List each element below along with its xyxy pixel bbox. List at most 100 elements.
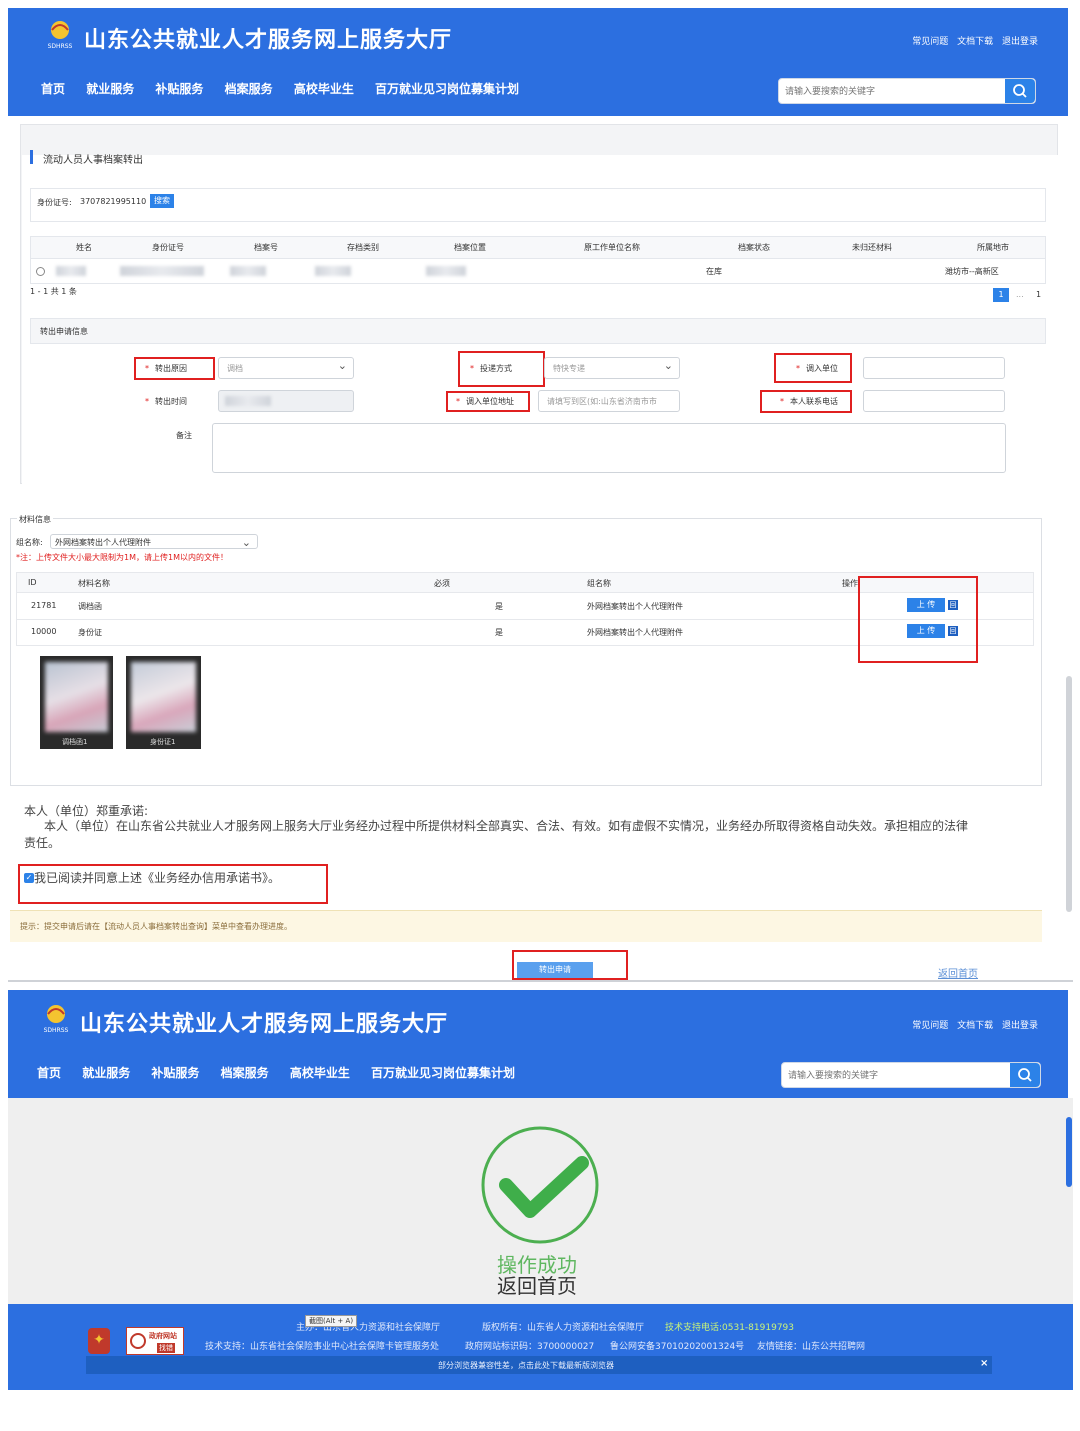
top-links-2: 常见问题 文档下载 退出登录 bbox=[906, 1018, 1038, 1031]
scrollbar-right-2[interactable] bbox=[1066, 1117, 1072, 1187]
mrow1-required: 是 bbox=[495, 602, 503, 611]
check-circle-icon bbox=[478, 1123, 602, 1247]
th-city: 所属地市 bbox=[977, 243, 1009, 252]
page-last[interactable]: 1 bbox=[1036, 290, 1041, 299]
gov-badge-text: 政府网站 bbox=[149, 1332, 177, 1340]
time-label: * 转出时间 bbox=[145, 397, 187, 406]
th-name: 姓名 bbox=[76, 243, 92, 252]
mth-required: 必须 bbox=[434, 579, 450, 588]
search-input[interactable] bbox=[779, 80, 999, 104]
scrollbar-right[interactable] bbox=[1066, 676, 1072, 912]
th-category: 存档类别 bbox=[347, 243, 379, 252]
page-divider bbox=[8, 980, 1073, 982]
search-button-2[interactable] bbox=[1010, 1063, 1040, 1087]
nav-graduates[interactable]: 高校毕业生 bbox=[294, 82, 354, 96]
site-title[interactable]: 山东公共就业人才服务网上服务大厅 bbox=[84, 22, 452, 54]
pledge-text: 本人（单位）在山东省公共就业人才服务网上服务大厅业务经办过程中所提供材料全部真实… bbox=[24, 819, 969, 850]
search-button[interactable] bbox=[1005, 79, 1035, 103]
nav-archive-2[interactable]: 档案服务 bbox=[221, 1066, 269, 1080]
blurred-archive-no bbox=[230, 266, 266, 276]
section-title-bar bbox=[30, 150, 33, 164]
group-label: 组名称: bbox=[16, 538, 43, 547]
submit-button[interactable]: 转出申请 bbox=[517, 962, 593, 978]
nav-graduates-2[interactable]: 高校毕业生 bbox=[290, 1066, 350, 1080]
agree-checkbox[interactable]: ✓ bbox=[24, 873, 34, 883]
thumb-1[interactable]: 调档函1 bbox=[40, 656, 113, 749]
page-ellipsis: ... bbox=[1016, 290, 1024, 299]
hint-text: 提示：提交申请后请在【流动人员人事档案转出查询】菜单中查看办理进度。 bbox=[20, 922, 292, 931]
faq-link-2[interactable]: 常见问题 bbox=[912, 1021, 948, 1031]
main-nav-2: 首页 就业服务 补贴服务 档案服务 高校毕业生 百万就业见习岗位募集计划 bbox=[37, 1064, 532, 1081]
notice-close-button[interactable]: × bbox=[980, 1358, 988, 1369]
nav-subsidy-2[interactable]: 补贴服务 bbox=[151, 1066, 199, 1080]
section-title: 流动人员人事档案转出 bbox=[43, 155, 143, 166]
id-value[interactable]: 3707821995110 bbox=[80, 197, 146, 206]
thumb-2-label: 身份证1 bbox=[150, 738, 176, 746]
mrow2-id: 10000 bbox=[31, 627, 57, 636]
nav-home[interactable]: 首页 bbox=[41, 82, 65, 96]
nav-internship-2[interactable]: 百万就业见习岗位募集计划 bbox=[371, 1066, 515, 1080]
th-id: 身份证号 bbox=[152, 243, 184, 252]
success-return-home[interactable]: 返回首页 bbox=[497, 1270, 577, 1299]
mrow2-name: 身份证 bbox=[78, 628, 102, 637]
address-input[interactable]: 请填写到区(如:山东省济南市市 bbox=[538, 390, 680, 412]
site-logo-2[interactable]: SDHRSS bbox=[40, 1002, 72, 1034]
thumb-2[interactable]: 身份证1 bbox=[126, 656, 201, 749]
thumb-1-label: 调档函1 bbox=[62, 738, 88, 746]
search-icon bbox=[1018, 1068, 1032, 1082]
delivery-select[interactable]: 特快专递 bbox=[544, 357, 680, 379]
id-search-row bbox=[30, 188, 1046, 222]
footer-police: 鲁公网安备37010202001324号 bbox=[610, 1342, 745, 1352]
top-links: 常见问题 文档下载 退出登录 bbox=[906, 34, 1038, 47]
unit-input[interactable] bbox=[863, 357, 1005, 379]
remark-textarea[interactable] bbox=[212, 423, 1006, 473]
footer-tech: 技术支持：山东省社会保险事业中心社会保障卡管理服务处 bbox=[205, 1342, 440, 1352]
browser-notice[interactable]: 部分浏览器兼容性差，点击此处下载最新版浏览器 bbox=[438, 1360, 614, 1371]
apply-section-title: 转出申请信息 bbox=[40, 327, 88, 336]
logout-link[interactable]: 退出登录 bbox=[1002, 37, 1038, 47]
blurred-id bbox=[120, 266, 204, 276]
nav-employment[interactable]: 就业服务 bbox=[86, 82, 134, 96]
footer-links[interactable]: 友情链接：山东公共招聘网 bbox=[757, 1339, 865, 1352]
nav-employment-2[interactable]: 就业服务 bbox=[82, 1066, 130, 1080]
faq-link[interactable]: 常见问题 bbox=[912, 37, 948, 47]
mrow2-group: 外网档案转出个人代理附件 bbox=[587, 628, 683, 637]
mth-name: 材料名称 bbox=[78, 579, 110, 588]
materials-section-title: 材料信息 bbox=[17, 514, 53, 525]
site-logo[interactable]: SDHRSS bbox=[44, 18, 76, 50]
logout-link-2[interactable]: 退出登录 bbox=[1002, 1021, 1038, 1031]
row-status: 在库 bbox=[706, 267, 722, 276]
gov-site-badge[interactable]: 政府网站 找错 bbox=[126, 1327, 184, 1355]
mrow1-name: 调档函 bbox=[78, 602, 102, 611]
footer-phone: 技术支持电话:0531-81919793 bbox=[665, 1323, 794, 1333]
mth-id: ID bbox=[28, 578, 37, 587]
apply-section-header bbox=[30, 318, 1046, 344]
top-header: SDHRSS 山东公共就业人才服务网上服务大厅 常见问题 文档下载 退出登录 首… bbox=[8, 8, 1068, 116]
group-select[interactable]: 外网档案转出个人代理附件 bbox=[50, 534, 258, 549]
highlight-upload bbox=[858, 576, 978, 663]
id-search-button[interactable]: 搜索 bbox=[150, 194, 174, 208]
svg-text:SDHRSS: SDHRSS bbox=[48, 43, 73, 50]
blurred-name bbox=[56, 266, 86, 276]
return-home-link[interactable]: 返回首页 bbox=[938, 965, 978, 980]
phone-input[interactable] bbox=[863, 390, 1005, 412]
search-box bbox=[778, 78, 1036, 104]
row-radio[interactable] bbox=[36, 267, 45, 276]
site-title-2[interactable]: 山东公共就业人才服务网上服务大厅 bbox=[80, 1006, 448, 1038]
reason-label: * 转出原因 bbox=[145, 364, 187, 373]
search-input-2[interactable] bbox=[782, 1064, 1002, 1088]
delivery-label: * 投递方式 bbox=[470, 364, 512, 373]
mth-group: 组名称 bbox=[587, 579, 611, 588]
nav-home-2[interactable]: 首页 bbox=[37, 1066, 61, 1080]
docs-link[interactable]: 文档下载 bbox=[957, 37, 993, 47]
reason-select[interactable]: 调档 bbox=[218, 357, 354, 379]
th-unit: 原工作单位名称 bbox=[584, 243, 640, 252]
nav-archive[interactable]: 档案服务 bbox=[225, 82, 273, 96]
nav-subsidy[interactable]: 补贴服务 bbox=[155, 82, 203, 96]
time-input[interactable] bbox=[218, 390, 354, 412]
page-1-button[interactable]: 1 bbox=[993, 288, 1009, 302]
docs-link-2[interactable]: 文档下载 bbox=[957, 1021, 993, 1031]
pledge-title: 本人（单位）郑重承诺: bbox=[24, 804, 149, 818]
agree-text[interactable]: 我已阅读并同意上述《业务经办信用承诺书》。 bbox=[34, 869, 280, 886]
nav-internship[interactable]: 百万就业见习岗位募集计划 bbox=[375, 82, 519, 96]
